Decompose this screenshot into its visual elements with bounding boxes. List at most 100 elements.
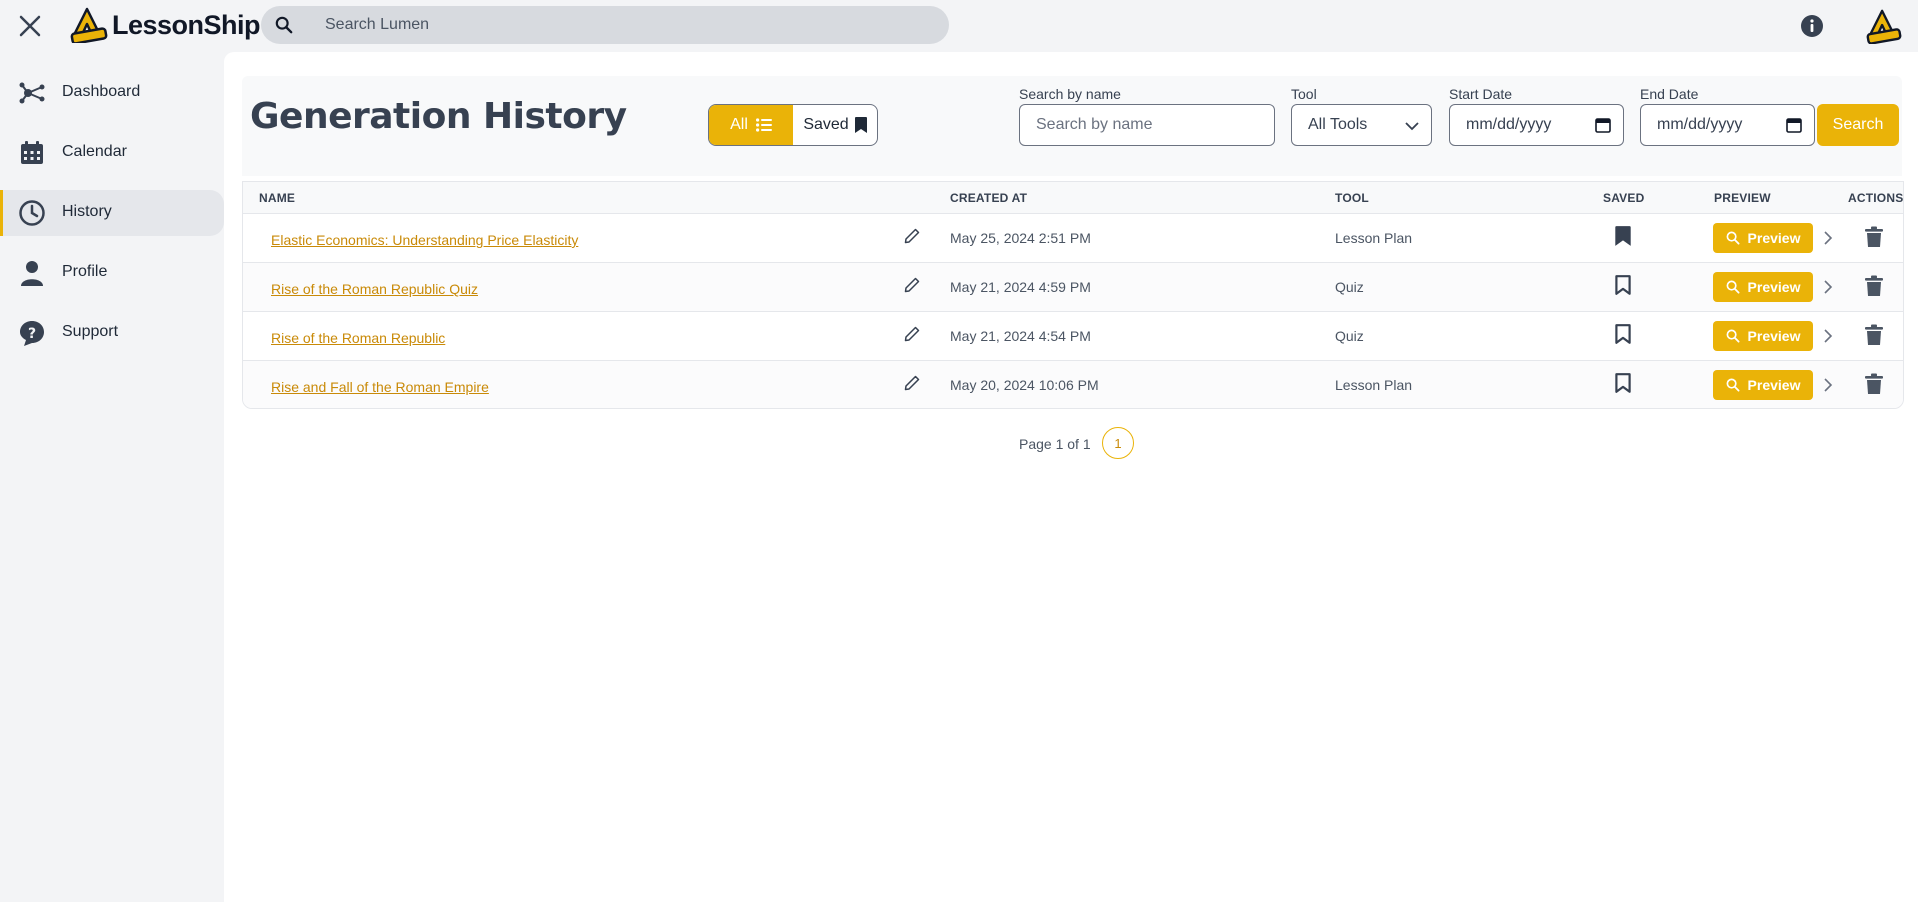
item-name-link[interactable]: Elastic Economics: Understanding Price E… bbox=[271, 232, 578, 248]
tool-name: Lesson Plan bbox=[1335, 230, 1413, 246]
top-bar: LessonShip bbox=[0, 0, 1918, 50]
logo[interactable]: LessonShip bbox=[70, 6, 261, 44]
sidebar-item-label: History bbox=[62, 203, 112, 220]
search-icon bbox=[1726, 329, 1740, 343]
trash-icon[interactable] bbox=[1865, 226, 1883, 248]
global-search[interactable] bbox=[261, 6, 949, 44]
bookmark-filled-icon[interactable] bbox=[1613, 225, 1633, 247]
brand-name: LessonShip bbox=[112, 9, 261, 40]
close-sidebar-button[interactable] bbox=[14, 10, 46, 42]
column-header-tool[interactable]: TOOL bbox=[1335, 191, 1369, 205]
calendar-picker-icon[interactable] bbox=[1595, 117, 1611, 133]
pencil-icon[interactable] bbox=[903, 374, 921, 392]
tool-name: Quiz bbox=[1335, 279, 1364, 295]
chevron-right-icon[interactable] bbox=[1823, 328, 1833, 344]
page-number-button[interactable]: 1 bbox=[1102, 427, 1134, 459]
start-date-value: mm/dd/yyyy bbox=[1466, 116, 1552, 133]
sidebar-item-profile[interactable]: Profile bbox=[0, 250, 224, 296]
sidebar: Dashboard Calendar History Profile ? Sup… bbox=[0, 70, 224, 370]
item-name-link[interactable]: Rise of the Roman Republic bbox=[271, 330, 445, 346]
name-search-input[interactable] bbox=[1036, 116, 1274, 134]
chevron-right-icon[interactable] bbox=[1823, 279, 1833, 295]
chevron-right-icon[interactable] bbox=[1823, 230, 1833, 246]
tool-name: Quiz bbox=[1335, 328, 1364, 344]
trash-icon[interactable] bbox=[1865, 373, 1883, 395]
table-row: Rise and Fall of the Roman Empire May 20… bbox=[243, 361, 1903, 408]
toggle-saved-button[interactable]: Saved bbox=[793, 105, 877, 145]
end-date-input[interactable]: mm/dd/yyyy bbox=[1640, 104, 1815, 146]
dashboard-icon bbox=[19, 82, 45, 104]
name-search-label: Search by name bbox=[1019, 86, 1121, 102]
search-button[interactable]: Search bbox=[1817, 104, 1899, 146]
pencil-icon[interactable] bbox=[903, 227, 921, 245]
svg-text:?: ? bbox=[28, 326, 36, 342]
sidebar-item-support[interactable]: ? Support bbox=[0, 310, 224, 356]
tool-select-value: All Tools bbox=[1308, 116, 1368, 133]
toggle-all-label: All bbox=[730, 116, 748, 133]
preview-label: Preview bbox=[1747, 279, 1801, 295]
column-header-name[interactable]: NAME bbox=[259, 191, 295, 205]
column-header-created[interactable]: CREATED AT bbox=[950, 191, 1027, 205]
preview-label: Preview bbox=[1747, 230, 1801, 246]
table-row: Rise of the Roman Republic May 21, 2024 … bbox=[243, 312, 1903, 361]
chevron-right-icon[interactable] bbox=[1823, 377, 1833, 393]
pencil-icon[interactable] bbox=[903, 325, 921, 343]
bookmark-outline-icon[interactable] bbox=[1613, 274, 1633, 296]
end-date-value: mm/dd/yyyy bbox=[1657, 116, 1743, 133]
tool-label: Tool bbox=[1291, 86, 1317, 102]
close-icon bbox=[19, 15, 41, 37]
info-icon[interactable] bbox=[1800, 14, 1824, 38]
end-date-label: End Date bbox=[1640, 86, 1699, 102]
history-icon bbox=[19, 200, 45, 226]
item-name-link[interactable]: Rise and Fall of the Roman Empire bbox=[271, 379, 489, 395]
main-panel: Generation History All Saved Search by n… bbox=[224, 52, 1918, 902]
lessonship-logo-icon bbox=[70, 7, 108, 43]
view-toggle: All Saved bbox=[708, 104, 878, 146]
calendar-icon bbox=[21, 141, 43, 164]
pagination-text: Page 1 of 1 bbox=[1019, 436, 1091, 452]
pencil-icon[interactable] bbox=[903, 276, 921, 294]
support-icon: ? bbox=[20, 321, 44, 346]
column-header-actions: ACTIONS bbox=[1848, 191, 1904, 205]
global-search-input[interactable] bbox=[325, 6, 925, 44]
sidebar-item-dashboard[interactable]: Dashboard bbox=[0, 70, 224, 116]
preview-button[interactable]: Preview bbox=[1713, 223, 1813, 253]
preview-button[interactable]: Preview bbox=[1713, 272, 1813, 302]
trash-icon[interactable] bbox=[1865, 324, 1883, 346]
name-search-field[interactable] bbox=[1019, 104, 1275, 146]
sidebar-item-history[interactable]: History bbox=[0, 190, 224, 236]
toggle-all-button[interactable]: All bbox=[709, 105, 793, 145]
history-table: NAME CREATED AT TOOL SAVED PREVIEW ACTIO… bbox=[242, 181, 1904, 409]
item-name-link[interactable]: Rise of the Roman Republic Quiz bbox=[271, 281, 478, 297]
created-at: May 20, 2024 10:06 PM bbox=[950, 377, 1099, 393]
preview-label: Preview bbox=[1747, 328, 1801, 344]
calendar-picker-icon[interactable] bbox=[1786, 117, 1802, 133]
preview-button[interactable]: Preview bbox=[1713, 370, 1813, 400]
preview-button[interactable]: Preview bbox=[1713, 321, 1813, 351]
bookmark-outline-icon[interactable] bbox=[1613, 372, 1633, 394]
list-icon bbox=[755, 118, 772, 132]
column-header-preview: PREVIEW bbox=[1714, 191, 1771, 205]
filter-panel: Generation History All Saved Search by n… bbox=[242, 76, 1902, 176]
trash-icon[interactable] bbox=[1865, 275, 1883, 297]
column-header-saved: SAVED bbox=[1603, 191, 1645, 205]
search-icon bbox=[275, 16, 293, 34]
sidebar-item-label: Dashboard bbox=[62, 83, 141, 100]
avatar[interactable] bbox=[1866, 8, 1902, 44]
sidebar-item-calendar[interactable]: Calendar bbox=[0, 130, 224, 176]
bookmark-outline-icon[interactable] bbox=[1613, 323, 1633, 345]
sidebar-item-label: Calendar bbox=[62, 143, 127, 160]
search-icon bbox=[1726, 231, 1740, 245]
tool-select[interactable]: All Tools bbox=[1291, 104, 1432, 146]
chevron-down-icon bbox=[1405, 122, 1419, 131]
start-date-input[interactable]: mm/dd/yyyy bbox=[1449, 104, 1624, 146]
created-at: May 21, 2024 4:54 PM bbox=[950, 328, 1091, 344]
toggle-saved-label: Saved bbox=[803, 116, 849, 133]
preview-label: Preview bbox=[1747, 377, 1801, 393]
table-row: Elastic Economics: Understanding Price E… bbox=[243, 214, 1903, 263]
search-icon bbox=[1726, 280, 1740, 294]
search-icon bbox=[1726, 378, 1740, 392]
created-at: May 21, 2024 4:59 PM bbox=[950, 279, 1091, 295]
sidebar-item-label: Support bbox=[62, 323, 119, 340]
bookmark-filled-icon bbox=[854, 117, 867, 133]
